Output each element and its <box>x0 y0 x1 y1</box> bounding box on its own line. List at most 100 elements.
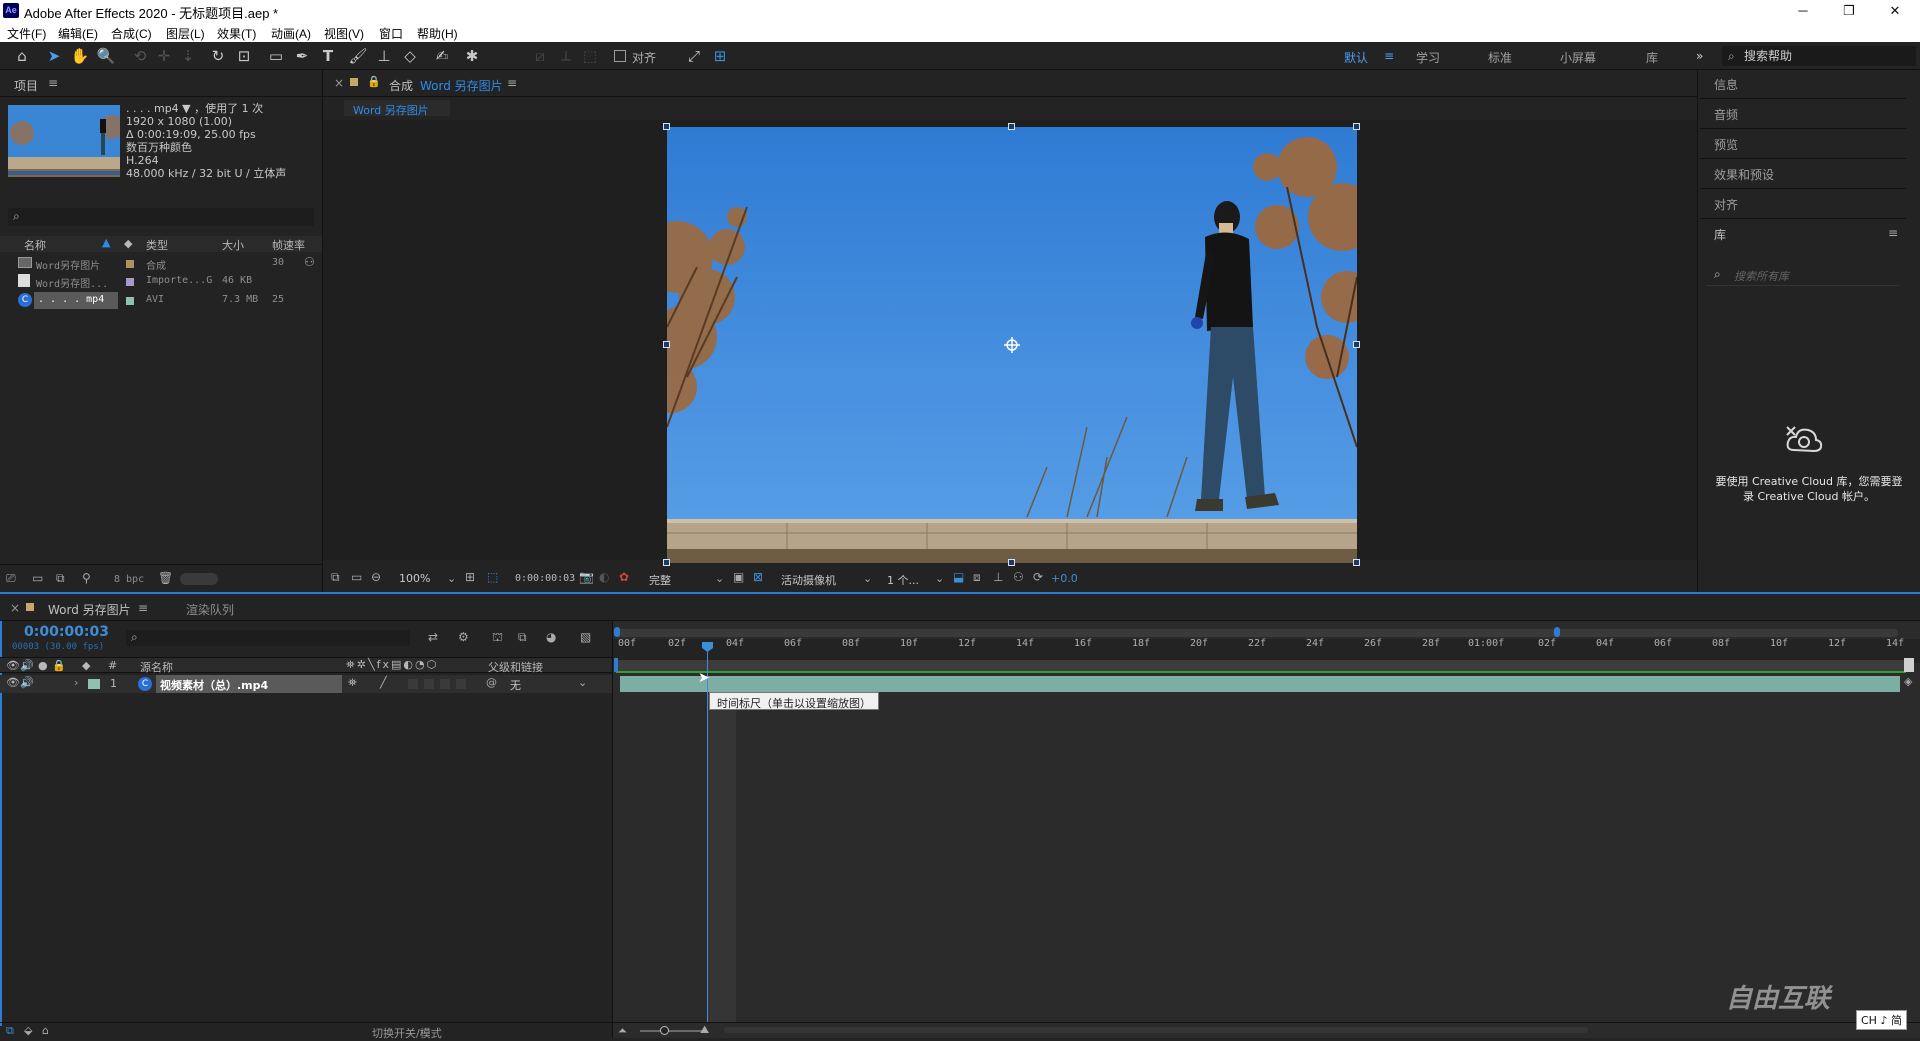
column-source-name[interactable]: 源名称 <box>140 659 173 675</box>
chevron-down-icon[interactable]: ⌄ <box>863 572 872 585</box>
audio-switch-icon[interactable]: 🔊 <box>20 659 34 672</box>
library-search-input[interactable]: ⌕ 搜索所有库 <box>1706 264 1900 286</box>
brush-tool-icon[interactable]: 🖌 <box>348 46 368 66</box>
dolly-camera-icon[interactable]: ⇣ <box>178 46 198 66</box>
bpc-button[interactable]: 8 bpc <box>114 574 144 585</box>
playhead-line[interactable] <box>707 644 708 1022</box>
snapshot-icon[interactable]: 📷 <box>579 570 594 584</box>
menu-layer[interactable]: 图层(L) <box>166 25 205 42</box>
project-item-row[interactable]: Word另存图片 合成 30 ⚇ <box>0 255 322 272</box>
flowchart-icon[interactable]: ⚇ <box>304 255 315 269</box>
transform-handle[interactable] <box>1008 559 1015 566</box>
layer-row[interactable]: 👁 🔊 › 1 C 视频素材（总）.mp4 ⛯ ╱ @ 无 ⌄ <box>0 675 612 693</box>
eraser-tool-icon[interactable]: ◇ <box>400 46 420 66</box>
frame-blending-icon[interactable]: ⧉ <box>518 630 527 645</box>
info-panel-tab[interactable]: 信息 <box>1714 76 1738 93</box>
roto-brush-tool-icon[interactable]: ✍ <box>432 46 452 66</box>
menu-file[interactable]: 文件(F) <box>7 25 46 42</box>
align-panel-tab[interactable]: 对齐 <box>1714 196 1738 213</box>
pen-tool-icon[interactable]: ✒ <box>292 46 312 66</box>
zoom-slider[interactable] <box>640 1030 702 1032</box>
restore-icon[interactable]: ❐ <box>1826 0 1872 22</box>
menu-view[interactable]: 视图(V) <box>324 25 364 42</box>
expand-layer-icon[interactable]: › <box>74 676 78 689</box>
transform-handle[interactable] <box>663 559 670 566</box>
menu-animation[interactable]: 动画(A) <box>271 25 311 42</box>
navigator-start-handle[interactable] <box>614 627 620 637</box>
workspace-learn[interactable]: 学习 <box>1416 49 1440 66</box>
project-item-row[interactable]: Word另存图... Importe...G 46 KB <box>0 273 322 290</box>
camera-dropdown[interactable]: 活动摄像机 <box>781 572 836 588</box>
quality-switch-icon[interactable]: ╱ <box>380 676 387 689</box>
snapping-checkbox[interactable] <box>614 50 626 62</box>
close-tab-icon[interactable]: × <box>10 601 20 615</box>
transform-handle[interactable] <box>1353 123 1360 130</box>
composition-frame[interactable] <box>667 127 1357 563</box>
puppet-tool-icon[interactable]: ✱ <box>462 46 482 66</box>
comp-navigator-tab[interactable]: Word 另存图片 <box>344 100 450 117</box>
shy-layers-icon[interactable]: ⛫ <box>492 630 503 646</box>
timeline-icon[interactable]: ⊥ <box>993 570 1003 584</box>
layer-name[interactable]: 视频素材（总）.mp4 <box>160 677 268 693</box>
render-queue-tab[interactable]: 渲染队列 <box>186 601 234 618</box>
layer-search-input[interactable]: ⌕ <box>126 630 410 646</box>
draft-3d-icon[interactable]: ⚙ <box>458 630 469 644</box>
project-search-input[interactable]: ⌕ <box>8 208 314 226</box>
lock-icon[interactable]: 🔒 <box>367 75 381 88</box>
graph-editor-icon[interactable]: ▧ <box>580 630 591 644</box>
new-folder-icon[interactable]: ▭ <box>32 571 43 585</box>
transform-handle[interactable] <box>1008 123 1015 130</box>
layer-end-marker-icon[interactable]: ◈ <box>1904 675 1912 688</box>
panel-menu-icon[interactable]: ≡ <box>48 76 58 90</box>
current-time-display[interactable]: 0:00:00:03 <box>24 624 109 640</box>
adobe-dynamic-link-icon[interactable]: ⚲ <box>82 571 91 585</box>
menu-edit[interactable]: 编辑(E) <box>58 25 98 42</box>
switch-box[interactable] <box>424 679 434 689</box>
show-snapshot-icon[interactable]: ◐ <box>599 570 609 584</box>
switch-box[interactable] <box>456 679 466 689</box>
audio-panel-tab[interactable]: 音频 <box>1714 106 1738 123</box>
navigator-end-handle[interactable] <box>1554 627 1560 637</box>
ime-indicator[interactable]: CH ♪ 简 <box>1856 1010 1907 1030</box>
comp-tab-name[interactable]: Word 另存图片 <box>420 77 503 94</box>
region-of-interest-icon[interactable]: ▣ <box>733 570 744 584</box>
view-axis-icon[interactable]: ⬚ <box>580 46 600 66</box>
layer-duration-bar[interactable] <box>620 676 1900 692</box>
label-color-swatch[interactable] <box>126 260 134 268</box>
project-item-row[interactable]: C . . . . mp4 AVI 7.3 MB 25 <box>0 292 322 309</box>
workspace-standard[interactable]: 标准 <box>1488 49 1512 66</box>
preview-panel-tab[interactable]: 预览 <box>1714 136 1738 153</box>
thumbnail-size-slider[interactable] <box>180 573 218 585</box>
chevron-down-icon[interactable]: ⌄ <box>715 572 724 585</box>
project-panel-title[interactable]: 项目 <box>14 77 38 94</box>
motion-blur-icon[interactable]: ◕ <box>546 630 556 644</box>
close-icon[interactable]: ✕ <box>1872 0 1918 22</box>
timeline-scrollbar[interactable] <box>724 1027 1588 1033</box>
viewer-timecode[interactable]: 0:00:00:03 <box>515 573 575 584</box>
search-help-input[interactable]: ⌕ 搜索帮助 <box>1722 46 1916 66</box>
workspace-default[interactable]: 默认 <box>1344 49 1368 66</box>
chevron-down-icon[interactable]: ⌄ <box>935 572 944 585</box>
column-name[interactable]: 名称 <box>24 237 46 253</box>
footage-name[interactable]: . . . . mp4 ▼ ，使用了 1 次 <box>126 102 286 115</box>
menu-effect[interactable]: 效果(T) <box>217 25 256 42</box>
rectangle-tool-icon[interactable]: ▭ <box>266 46 286 66</box>
video-visibility-icon[interactable]: 👁 <box>6 676 20 689</box>
zoom-dropdown[interactable]: 100% <box>399 572 430 585</box>
mask-visibility-icon[interactable]: ⬚ <box>487 570 498 584</box>
layer-switches-toggle-icon[interactable]: ⧉ <box>6 1024 14 1038</box>
zoom-tool-icon[interactable]: 🔍 <box>96 46 116 66</box>
layer-label-swatch[interactable] <box>88 679 100 689</box>
workspace-menu-icon[interactable]: ≡ <box>1384 49 1394 63</box>
delete-icon[interactable]: 🗑 <box>158 571 173 585</box>
modes-toggle-icon[interactable]: ⬙ <box>24 1024 32 1037</box>
menu-composition[interactable]: 合成(C) <box>111 25 152 42</box>
exposure-value[interactable]: +0.0 <box>1051 572 1078 585</box>
workspace-small-screen[interactable]: 小屏幕 <box>1560 49 1596 66</box>
timeline-tab[interactable]: Word 另存图片 <box>48 601 131 618</box>
panel-menu-icon[interactable]: ≡ <box>507 76 517 90</box>
toggle-switches-modes-button[interactable]: 切换开关/模式 <box>372 1025 442 1041</box>
sort-ascending-icon[interactable]: ▲ <box>102 236 110 249</box>
audio-toggle-icon[interactable]: 🔊 <box>20 676 34 689</box>
column-parent-link[interactable]: 父级和链接 <box>488 659 543 675</box>
